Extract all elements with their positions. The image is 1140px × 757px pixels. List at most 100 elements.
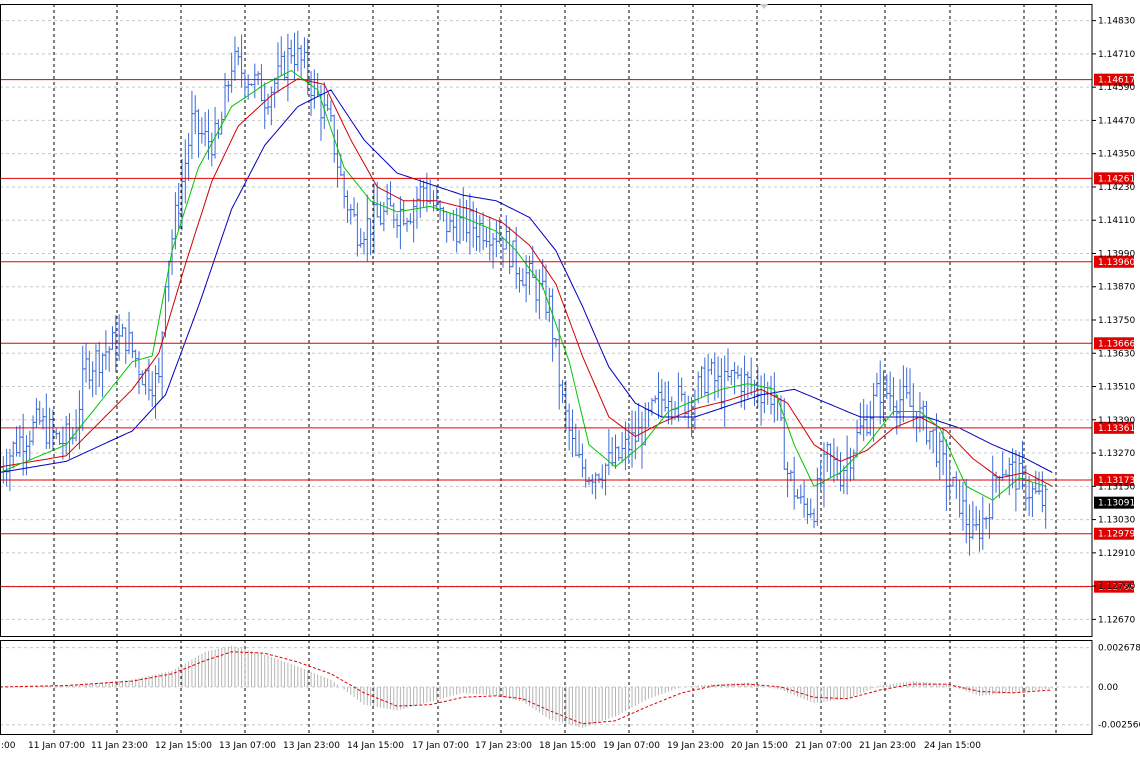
time-label: :00 <box>1 741 16 751</box>
time-label: 14 Jan 15:00 <box>347 741 404 751</box>
candle <box>914 410 919 443</box>
candle <box>792 456 797 510</box>
candle <box>345 190 350 223</box>
candle <box>93 344 98 395</box>
candle <box>828 443 833 479</box>
candle <box>590 474 595 495</box>
candle <box>802 479 807 518</box>
candle <box>275 42 280 93</box>
level-label: 1.13666 <box>1098 339 1135 349</box>
candle <box>355 202 360 257</box>
price-candles <box>0 30 1048 556</box>
trading-chart[interactable]: 1.146171.142611.139601.136661.133611.131… <box>0 0 1140 757</box>
candle <box>64 415 69 455</box>
candle <box>891 377 896 416</box>
candle <box>385 183 390 215</box>
candle <box>491 232 496 269</box>
price-tick-label: 1.13870 <box>1098 283 1135 293</box>
candle <box>960 482 965 531</box>
candle <box>954 471 959 499</box>
scroll-marker-icon <box>760 4 768 9</box>
candle <box>120 323 125 337</box>
candle <box>858 402 863 435</box>
candle <box>150 371 155 407</box>
price-tick-label: 1.13030 <box>1098 516 1135 526</box>
candle <box>203 111 208 147</box>
candle <box>401 200 406 226</box>
candle <box>656 372 661 419</box>
candle <box>328 100 333 123</box>
candle <box>904 367 909 399</box>
candle <box>186 132 191 181</box>
candle <box>937 432 942 480</box>
candle <box>752 379 757 406</box>
candle <box>911 383 916 428</box>
level-label: 1.12979 <box>1098 530 1135 540</box>
candle <box>924 400 929 445</box>
candle <box>851 449 856 480</box>
time-label: 17 Jan 23:00 <box>475 741 532 751</box>
candle <box>908 368 912 407</box>
osc-tick-label: 0.002678 <box>1098 644 1140 654</box>
candle <box>17 425 22 458</box>
candle <box>80 345 85 431</box>
candle <box>464 199 469 243</box>
candle <box>967 504 972 556</box>
price-tick-label: 1.13390 <box>1098 416 1135 426</box>
candle <box>520 268 525 286</box>
candle <box>563 380 568 432</box>
candle <box>309 71 314 117</box>
candle <box>358 228 363 248</box>
candle <box>474 208 479 252</box>
candle <box>282 51 287 81</box>
candle <box>626 422 631 464</box>
candle <box>484 227 489 248</box>
price-tick-label: 1.14590 <box>1098 83 1135 93</box>
candle <box>1030 483 1035 517</box>
candle <box>487 217 492 261</box>
time-label: 11 Jan 07:00 <box>28 741 85 751</box>
candle <box>368 218 373 256</box>
candle <box>57 431 62 445</box>
candle <box>342 170 347 209</box>
time-label: 17 Jan 07:00 <box>412 741 469 751</box>
candle <box>977 510 982 552</box>
candle <box>84 342 89 383</box>
price-tick-label: 1.13990 <box>1098 249 1135 259</box>
time-label: 21 Jan 07:00 <box>795 741 852 751</box>
candle <box>494 220 499 258</box>
candle <box>87 350 92 390</box>
candle <box>213 107 218 159</box>
candle <box>510 240 515 268</box>
candle <box>735 365 740 380</box>
candle <box>577 429 582 459</box>
candle <box>209 132 214 167</box>
candle <box>573 423 578 457</box>
candle <box>596 473 601 484</box>
candle <box>712 352 717 401</box>
candle <box>514 226 519 289</box>
candle <box>550 288 555 362</box>
candle <box>418 177 423 218</box>
price-tick-label: 1.12670 <box>1098 615 1135 625</box>
candle <box>318 85 323 141</box>
candle <box>176 182 181 230</box>
horizontal-levels[interactable]: 1.146171.142611.139601.136661.133611.131… <box>0 73 1135 593</box>
price-tick-label: 1.13270 <box>1098 449 1135 459</box>
candle <box>812 508 817 529</box>
candle <box>931 429 936 454</box>
candle <box>957 479 962 518</box>
candle <box>782 398 787 470</box>
candle <box>974 506 979 531</box>
candle <box>259 64 264 102</box>
time-label: 18 Jan 15:00 <box>539 741 596 751</box>
candle <box>448 213 453 233</box>
osc-tick-label: -0.002566 <box>1098 721 1140 731</box>
candle <box>653 395 658 404</box>
candle <box>100 352 105 398</box>
current-price-label: 1.13091 <box>1098 499 1135 509</box>
time-label: 12 Jan 15:00 <box>155 741 212 751</box>
candle <box>947 462 952 501</box>
candle <box>21 413 26 476</box>
candle <box>755 366 760 409</box>
